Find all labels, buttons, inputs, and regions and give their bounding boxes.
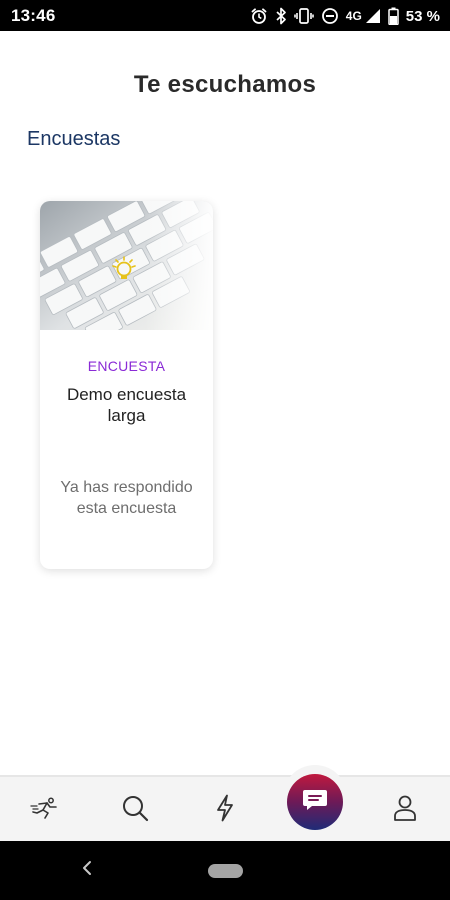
vibrate-icon [293,7,314,25]
nav-item-news[interactable] [198,777,252,843]
do-not-disturb-icon [321,7,339,25]
search-icon [121,794,149,827]
status-time: 13:46 [11,6,56,25]
battery-icon [388,7,399,25]
network-label: 4G [345,9,362,23]
bluetooth-icon [275,7,287,25]
profile-icon [393,794,417,827]
alarm-icon [250,7,268,25]
system-back-button[interactable] [74,857,100,883]
runner-icon [30,797,60,824]
system-home-button[interactable] [208,864,243,878]
nav-item-activity[interactable] [18,777,72,843]
nav-item-profile[interactable] [378,777,432,843]
bottom-nav [0,775,450,843]
survey-title: Demo encuesta larga [66,385,187,425]
page-title: Te escuchamos [133,71,317,98]
survey-category: ENCUESTA [87,358,166,374]
lightning-icon [215,794,235,827]
chat-fab-button[interactable] [287,774,343,830]
status-icons: 4G 53 % [250,4,440,28]
nav-item-search[interactable] [108,777,162,843]
survey-card[interactable]: ENCUESTA Demo encuesta larga Ya has resp… [40,201,213,569]
keyboard-lightbulb-image [40,201,213,330]
system-nav-bar [0,841,450,900]
section-title: Encuestas [27,128,121,150]
chevron-left-icon [81,860,93,881]
survey-status: Ya has respondido esta encuesta [60,479,193,517]
signal-icon [365,8,381,24]
status-bar: 13:46 4G 53 % [0,0,450,31]
chat-icon [302,788,328,817]
battery-level: 53 % [405,7,440,25]
